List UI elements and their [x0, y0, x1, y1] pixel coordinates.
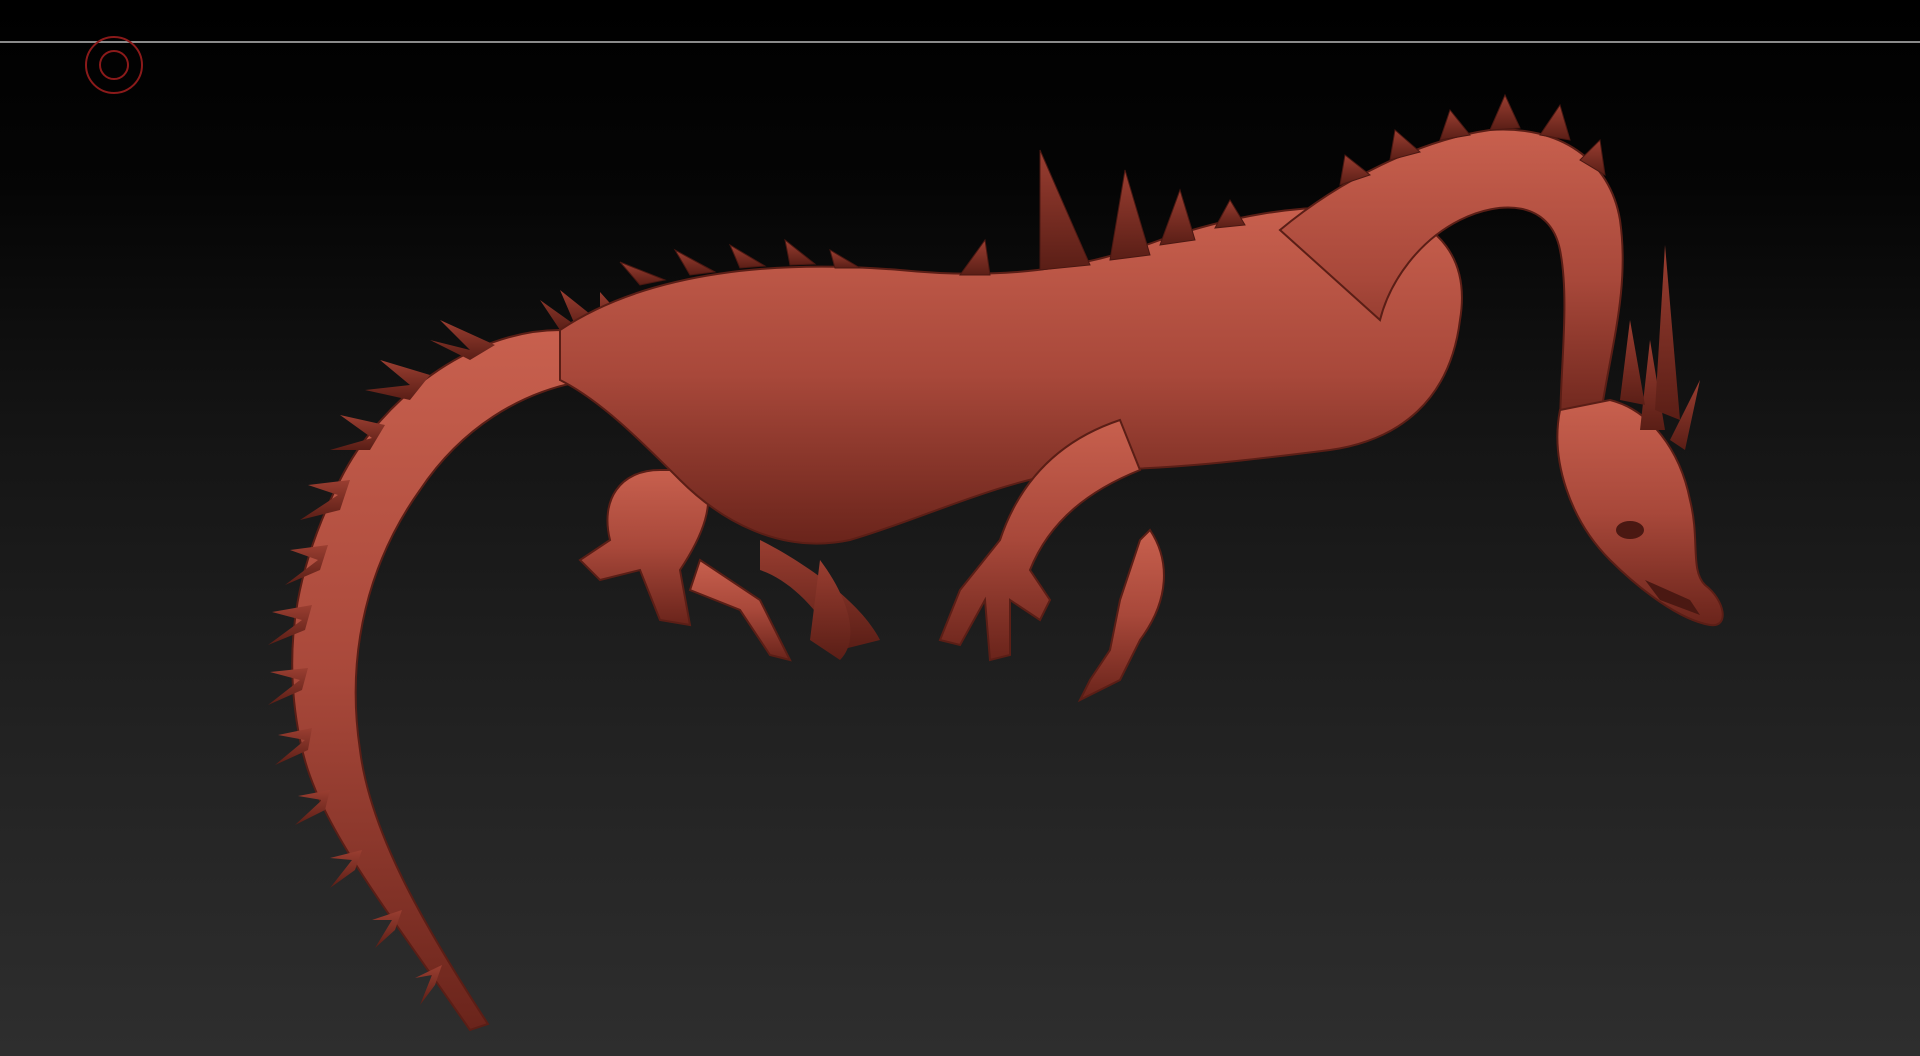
dragon-tail [268, 290, 625, 1032]
sculpt-viewport[interactable] [0, 0, 1920, 1056]
dragon-sculpt-model[interactable] [0, 0, 1920, 1056]
